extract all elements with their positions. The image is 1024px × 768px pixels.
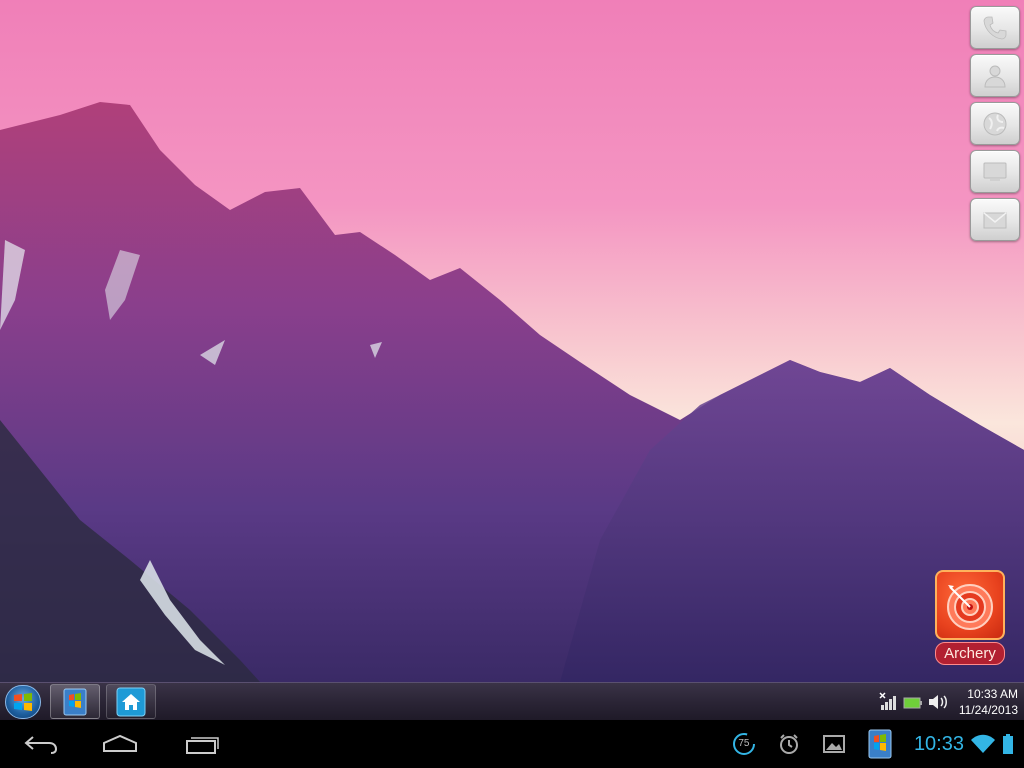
taskbar: 10:33 AM 11/24/2013	[0, 682, 1024, 720]
archery-label: Archery	[935, 642, 1005, 665]
screenshot-image-icon	[822, 735, 845, 753]
mail-icon	[983, 211, 1007, 228]
contacts-button[interactable]	[970, 54, 1020, 97]
browser-button[interactable]	[970, 102, 1020, 145]
battery-tray-icon[interactable]	[903, 692, 923, 712]
mountain-wallpaper	[0, 102, 1024, 682]
home-app-icon	[116, 687, 146, 716]
signal-icon[interactable]	[879, 692, 899, 712]
contacts-icon	[984, 65, 1006, 87]
alarm-clock-icon	[779, 734, 798, 754]
home-icon	[103, 734, 137, 752]
taskbar-time: 10:33 AM	[967, 687, 1018, 701]
back-icon	[24, 736, 58, 754]
wallpaper	[0, 0, 1024, 682]
taskbar-clock[interactable]: 10:33 AM 11/24/2013	[959, 686, 1018, 718]
system-navigation-bar: 75 10:33	[0, 720, 1024, 768]
launcher-app-icon	[63, 688, 87, 715]
notification-count: 75	[738, 738, 750, 749]
windows-logo-icon	[14, 693, 32, 711]
mail-button[interactable]	[970, 198, 1020, 241]
system-tray: 10:33 AM 11/24/2013	[879, 683, 1018, 721]
taskbar-item-home[interactable]	[106, 684, 156, 719]
recent-apps-button[interactable]	[182, 730, 222, 758]
desktop-icon	[983, 162, 1007, 181]
archery-shortcut[interactable]: Archery	[930, 570, 1010, 665]
volume-icon[interactable]	[927, 692, 949, 712]
recent-apps-icon	[186, 737, 219, 754]
archery-app-icon	[935, 570, 1005, 640]
phone-icon	[983, 16, 1007, 39]
phone-button[interactable]	[970, 6, 1020, 49]
desktop-button[interactable]	[970, 150, 1020, 193]
quick-launch-bar	[970, 6, 1022, 246]
start-button[interactable]	[5, 685, 41, 719]
wifi-icon	[971, 734, 995, 753]
status-area[interactable]: 75 10:33	[732, 720, 1014, 768]
taskbar-date: 11/24/2013	[958, 703, 1018, 717]
home-button[interactable]	[100, 730, 140, 758]
battery-icon	[1003, 734, 1013, 754]
launcher-notification-icon	[868, 729, 892, 759]
notification-count-icon: 75	[732, 732, 756, 756]
target-arrow-icon	[947, 584, 993, 630]
back-button[interactable]	[22, 730, 60, 758]
status-clock: 10:33	[913, 732, 964, 755]
taskbar-item-launcher[interactable]	[50, 684, 100, 719]
browser-icon	[983, 112, 1007, 135]
